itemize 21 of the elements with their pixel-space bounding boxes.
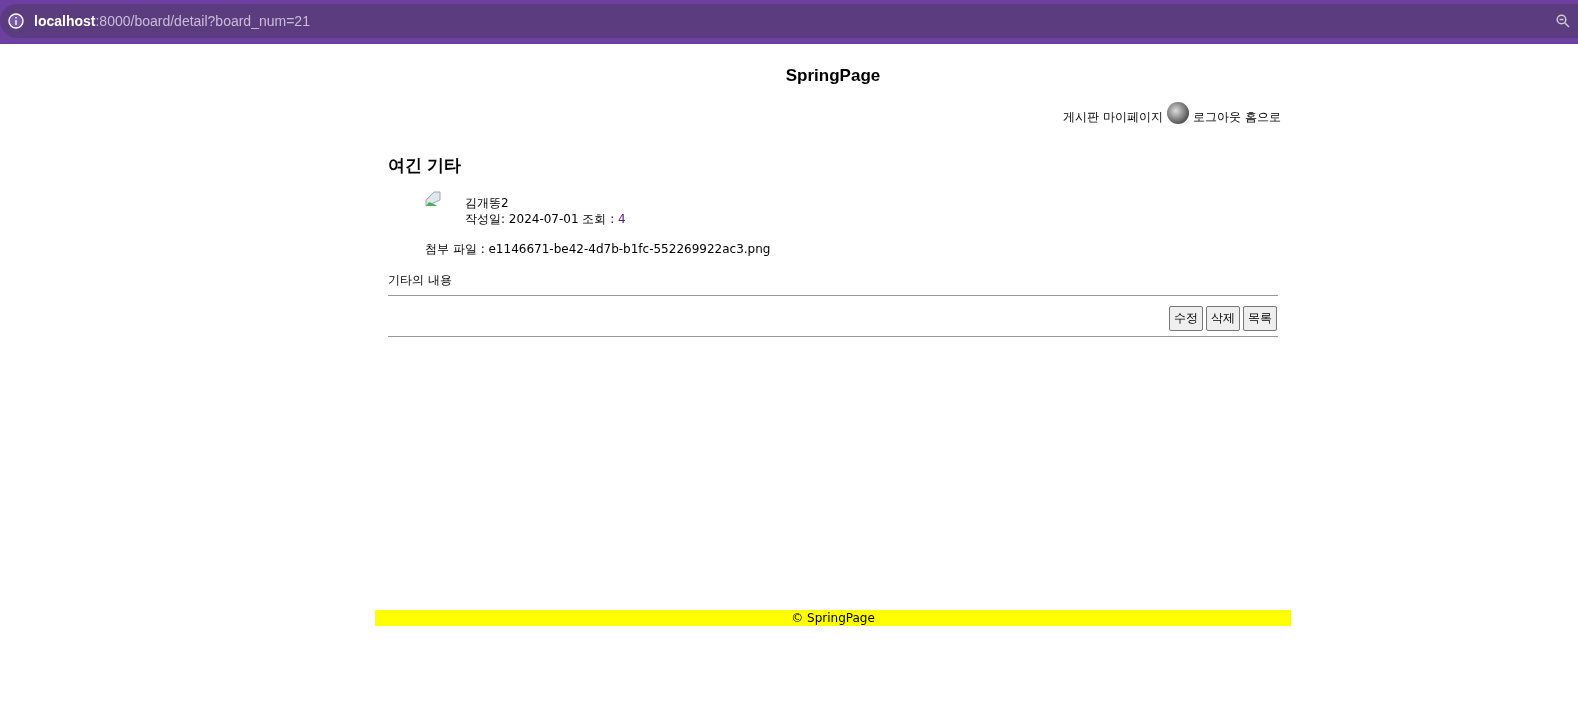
view-count: 4 — [618, 212, 626, 226]
nav-link[interactable]: 마이페이지 — [1103, 108, 1163, 126]
nav-link[interactable]: 게시판 — [1063, 108, 1099, 126]
address-bar[interactable]: localhost:8000/board/detail?board_num=21 — [0, 4, 1578, 38]
zoom-icon[interactable] — [1556, 14, 1570, 28]
action-button[interactable]: 목록 — [1243, 306, 1277, 331]
nav-link[interactable]: 홈으로 — [1245, 108, 1281, 126]
post-content: 기타의 내용 — [388, 272, 1278, 296]
url-text[interactable]: localhost:8000/board/detail?board_num=21 — [34, 13, 310, 29]
info-icon[interactable] — [8, 13, 24, 29]
action-button[interactable]: 수정 — [1169, 306, 1203, 331]
post-title: 여긴 기타 — [388, 155, 462, 177]
post-date: 작성일: 2024-07-01 조회 : — [465, 212, 616, 226]
avatar-photo[interactable] — [1167, 102, 1189, 124]
footer-text: © SpringPage — [375, 610, 1291, 626]
action-button[interactable]: 삭제 — [1206, 306, 1240, 331]
nav-link[interactable]: 로그아웃 — [1193, 108, 1241, 126]
author-name: 김개똥2 — [465, 195, 510, 211]
attachment-info: 첨부 파일 : e1146671-be42-4d7b-b1fc-552269922ac3.png — [424, 241, 772, 258]
site-title: SpringPage — [784, 66, 882, 86]
broken-image-icon — [425, 191, 441, 207]
